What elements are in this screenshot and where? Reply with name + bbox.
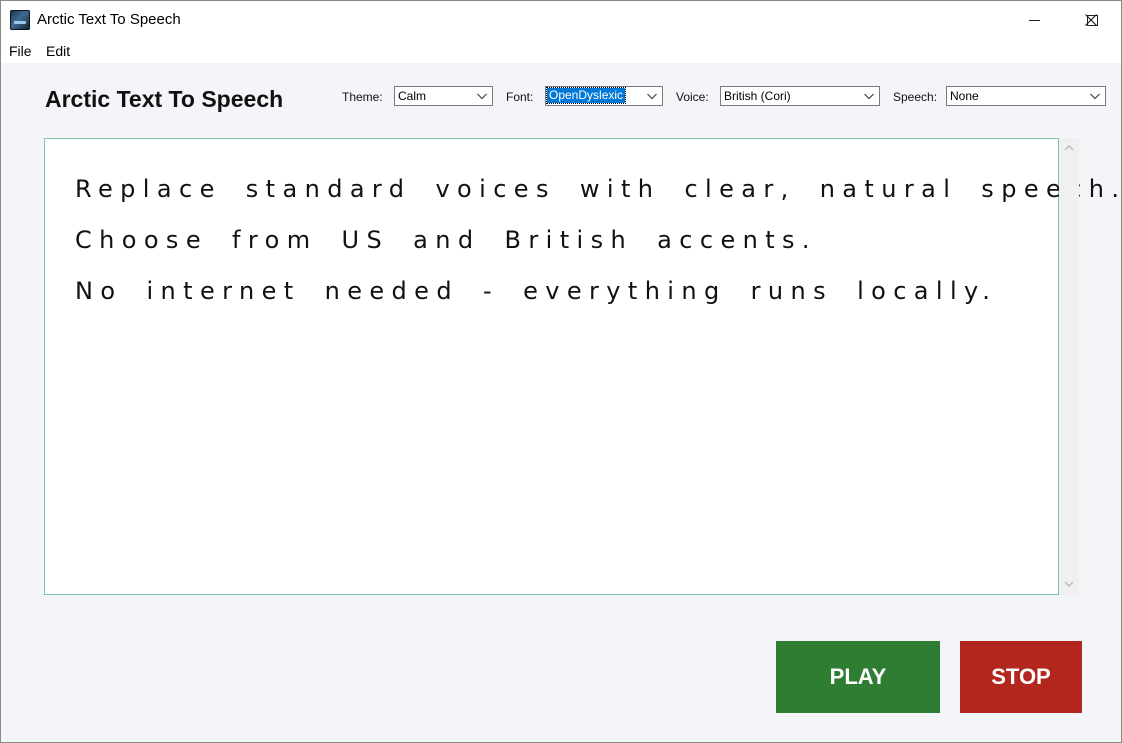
menu-bar: File Edit (1, 39, 1121, 63)
theme-label: Theme: (342, 90, 383, 104)
play-button[interactable]: PLAY (776, 641, 940, 713)
voice-select[interactable]: British (Cori) (720, 86, 880, 106)
stop-button[interactable]: STOP (960, 641, 1082, 713)
voice-value: British (Cori) (724, 89, 791, 103)
font-value: OpenDyslexic (545, 87, 627, 104)
speech-label: Speech: (893, 90, 938, 104)
close-button[interactable] (1061, 1, 1121, 39)
minimize-button[interactable] (1005, 1, 1063, 39)
minimize-icon (1028, 19, 1040, 21)
scroll-down-icon[interactable] (1064, 580, 1074, 588)
app-icon (10, 10, 30, 30)
speech-value: None (950, 89, 979, 103)
close-icon (1085, 14, 1097, 26)
page-title: Arctic Text To Speech (45, 86, 284, 112)
speech-select[interactable]: None (946, 86, 1106, 106)
editor-scrollbar[interactable] (1059, 138, 1079, 595)
chevron-down-icon (864, 93, 874, 100)
theme-value: Calm (398, 89, 427, 103)
chevron-down-icon (1090, 93, 1100, 100)
editor-line: Choose from US and British accents. (75, 226, 817, 254)
app-window: Arctic Text To Speech File Edit Arctic T… (0, 0, 1122, 743)
title-bar[interactable]: Arctic Text To Speech (1, 1, 1121, 39)
menu-file[interactable]: File (9, 43, 32, 59)
editor-line: No internet needed - everything runs loc… (75, 277, 998, 305)
font-label: Font: (506, 90, 534, 104)
editor-line: Replace standard voices with clear, natu… (75, 175, 1122, 203)
chevron-down-icon (647, 93, 657, 100)
menu-edit[interactable]: Edit (46, 43, 70, 59)
chevron-down-icon (477, 93, 487, 100)
theme-select[interactable]: Calm (394, 86, 493, 106)
scroll-up-icon[interactable] (1064, 144, 1074, 152)
voice-label: Voice: (676, 90, 709, 104)
text-editor[interactable]: Replace standard voices with clear, natu… (44, 138, 1119, 595)
font-select[interactable]: OpenDyslexic (545, 86, 663, 106)
window-title: Arctic Text To Speech (37, 11, 181, 28)
